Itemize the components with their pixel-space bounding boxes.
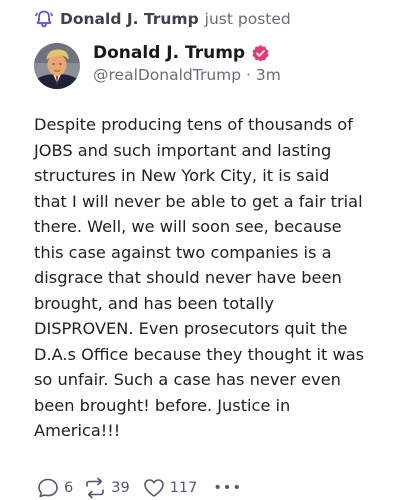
author-name[interactable]: Donald J. Trump: [93, 40, 270, 66]
post-body-line: JOBS and such important and lasting: [34, 140, 332, 160]
retruth-icon: [83, 477, 107, 499]
post-body-line: been brought! before. Justice in: [34, 395, 291, 415]
like-count: 117: [169, 480, 198, 496]
notification-user-name[interactable]: Donald J. Trump: [60, 10, 199, 28]
post-body: Despite producing tens of thousands of J…: [34, 112, 404, 444]
reply-icon: [36, 477, 60, 499]
post-body-line: so unfair. Such a case has never even: [34, 370, 341, 389]
post-body-line: DISPROVEN. Even prosecutors quit the: [34, 319, 348, 338]
heart-icon: [142, 477, 166, 499]
retruth-count: 39: [111, 480, 130, 496]
author-name-label[interactable]: Donald J. Trump: [93, 43, 245, 63]
reply-count: 6: [64, 480, 74, 496]
post-body-line: this case against two companies is a: [34, 242, 332, 262]
post-notification: Donald J. Trump just posted: [34, 6, 291, 32]
post-body-line: structures in New York City, it is said: [34, 166, 330, 185]
post-body-line: Despite producing tens of thousands of: [34, 115, 353, 134]
post-body-line: there. Well, we will soon see, because: [34, 217, 342, 236]
post-body-line: that I will never be able to get a fair …: [34, 191, 363, 211]
reply-button[interactable]: 6: [36, 477, 73, 499]
author-handle[interactable]: @realDonaldTrump: [93, 66, 241, 84]
avatar[interactable]: [34, 43, 80, 89]
notification-action: just posted: [204, 10, 291, 28]
post-timestamp[interactable]: 3m: [256, 66, 281, 84]
author-meta: @realDonaldTrump · 3m: [93, 66, 281, 84]
post-body-line: brought, and has been totally: [34, 293, 274, 313]
post-body-line: America!!!: [34, 421, 121, 440]
bell-icon: [34, 9, 54, 29]
like-button[interactable]: 117: [142, 477, 198, 499]
more-options-icon: •••: [213, 480, 243, 496]
more-options-button[interactable]: •••: [213, 480, 242, 496]
meta-separator: ·: [246, 66, 251, 84]
post-body-line: D.A.s Office because they thought it was: [34, 344, 365, 364]
post-action-bar: 6 39 117 •••: [36, 476, 242, 500]
post-body-line: disgrace that should never have been: [34, 268, 342, 287]
retruth-button[interactable]: 39: [83, 477, 130, 499]
verified-badge-icon: [251, 44, 270, 63]
